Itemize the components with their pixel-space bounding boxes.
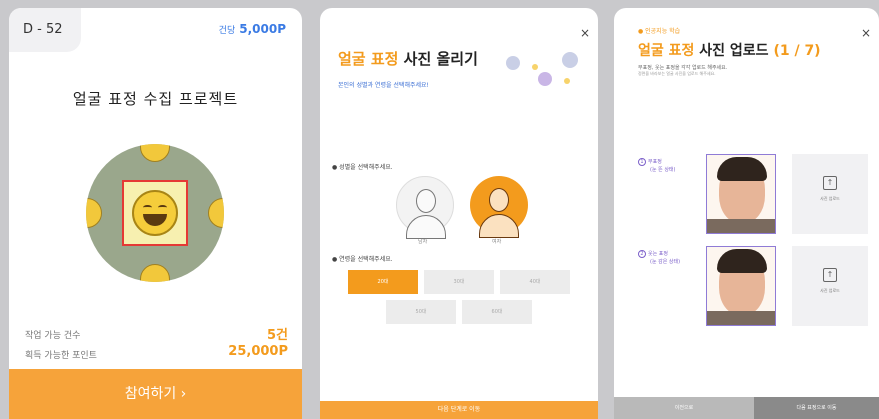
title-accent: 얼굴 표정 xyxy=(638,43,695,59)
example-photo xyxy=(706,246,776,326)
dialog-title: 얼굴 표정 사진 업로드 (1 / 7) xyxy=(638,40,821,60)
instruction-note: 정면을 바라보는 얼굴 사진을 업로드 해주세요. xyxy=(638,71,716,76)
item-label: 1 무표정 (눈 뜬 상태) xyxy=(638,158,675,173)
points-row: 획득 가능한 포인트 25,000P xyxy=(25,344,288,361)
upload-icon: ↑ xyxy=(823,176,837,190)
reward-per-task: 건당 5,000P xyxy=(219,22,286,36)
spark-icon xyxy=(532,64,538,70)
emotion-illustration xyxy=(86,144,224,282)
age-option-40[interactable]: 40대 xyxy=(500,270,570,294)
age-option-60[interactable]: 60대 xyxy=(462,300,532,324)
emoji-icon xyxy=(86,198,102,228)
title-accent: 얼굴 표정 xyxy=(338,50,399,68)
gender-male-option[interactable] xyxy=(396,176,454,239)
emoji-icon xyxy=(208,198,224,228)
section-tag: ● 인공지능 학습 xyxy=(638,28,681,35)
upload-slot-label: 사진 업로드 xyxy=(820,288,840,293)
next-step-button[interactable]: 다음 단계로 이동 xyxy=(320,401,598,419)
reward-prefix: 건당 xyxy=(218,26,236,36)
gender-female-option[interactable] xyxy=(470,176,528,238)
item-title: 무표정 xyxy=(648,159,662,165)
close-icon[interactable]: × xyxy=(861,26,871,40)
smile-icon xyxy=(132,190,178,236)
focus-frame xyxy=(122,180,188,246)
step-number: 2 xyxy=(638,250,646,258)
upload-setup-dialog: × 얼굴 표정 사진 올리기 본인의 성별과 연령을 선택해주세요! ● 성별을… xyxy=(320,8,598,419)
age-option-20[interactable]: 20대 xyxy=(348,270,418,294)
dialog-subtitle: 본인의 성별과 연령을 선택해주세요! xyxy=(338,82,429,89)
item-label: 2 웃는 표정 (눈 감은 상태) xyxy=(638,250,680,265)
emoji-icon xyxy=(538,72,552,86)
row-label: 작업 가능 건수 xyxy=(25,331,81,341)
emoji-icon xyxy=(562,52,578,68)
example-photo xyxy=(706,154,776,234)
available-tasks-row: 작업 가능 건수 5건 xyxy=(25,328,288,343)
instruction-line: 무표정, 웃는 표정을 각각 업로드 해주세요. xyxy=(638,65,728,71)
item-sublabel: (눈 뜬 상태) xyxy=(650,167,676,173)
step-number: 1 xyxy=(638,158,646,166)
spark-icon xyxy=(564,78,570,84)
row-label: 획득 가능한 포인트 xyxy=(25,351,97,361)
next-expression-button[interactable]: 다음 표정으로 이동 xyxy=(754,397,879,419)
item-title: 웃는 표정 xyxy=(648,251,668,257)
title-rest: 사진 올리기 xyxy=(403,50,478,68)
emoji-icon xyxy=(506,56,520,70)
project-title: 얼굴 표정 수집 프로젝트 xyxy=(72,90,239,108)
upload-icon: ↑ xyxy=(823,268,837,282)
emoji-icon xyxy=(140,144,170,162)
progress-counter: (1 / 7) xyxy=(773,43,821,59)
age-option-50[interactable]: 50대 xyxy=(386,300,456,324)
photo-upload-dialog: × ● 인공지능 학습 얼굴 표정 사진 업로드 (1 / 7) 무표정, 웃는… xyxy=(614,8,879,419)
emoji-icon xyxy=(140,264,170,282)
close-icon[interactable]: × xyxy=(580,26,590,40)
upload-slot[interactable]: ↑ 사진 업로드 xyxy=(792,246,868,326)
upload-slot[interactable]: ↑ 사진 업로드 xyxy=(792,154,868,234)
person-icon xyxy=(489,188,509,212)
item-sublabel: (눈 감은 상태) xyxy=(650,259,681,265)
reward-amount: 5,000P xyxy=(239,22,286,36)
project-card: D - 52 건당 5,000P 얼굴 표정 수집 프로젝트 작업 가능 건수 5… xyxy=(9,8,302,419)
age-option-30[interactable]: 30대 xyxy=(424,270,494,294)
join-button[interactable]: 참여하기 › xyxy=(9,369,302,419)
gender-label: ● 성별을 선택해주세요. xyxy=(332,164,393,171)
gender-female-label: 여자 xyxy=(492,239,502,245)
gender-male-label: 남자 xyxy=(418,239,428,245)
row-value: 25,000P xyxy=(228,344,288,359)
dday-badge: D - 52 xyxy=(9,8,81,52)
upload-slot-label: 사진 업로드 xyxy=(820,196,840,201)
age-label: ● 연령을 선택해주세요. xyxy=(332,256,393,263)
prev-button[interactable]: 이전으로 xyxy=(614,397,754,419)
dialog-title: 얼굴 표정 사진 올리기 xyxy=(338,48,478,69)
title-rest: 사진 업로드 xyxy=(699,43,769,59)
person-icon xyxy=(416,189,436,213)
row-value: 5건 xyxy=(266,328,288,343)
